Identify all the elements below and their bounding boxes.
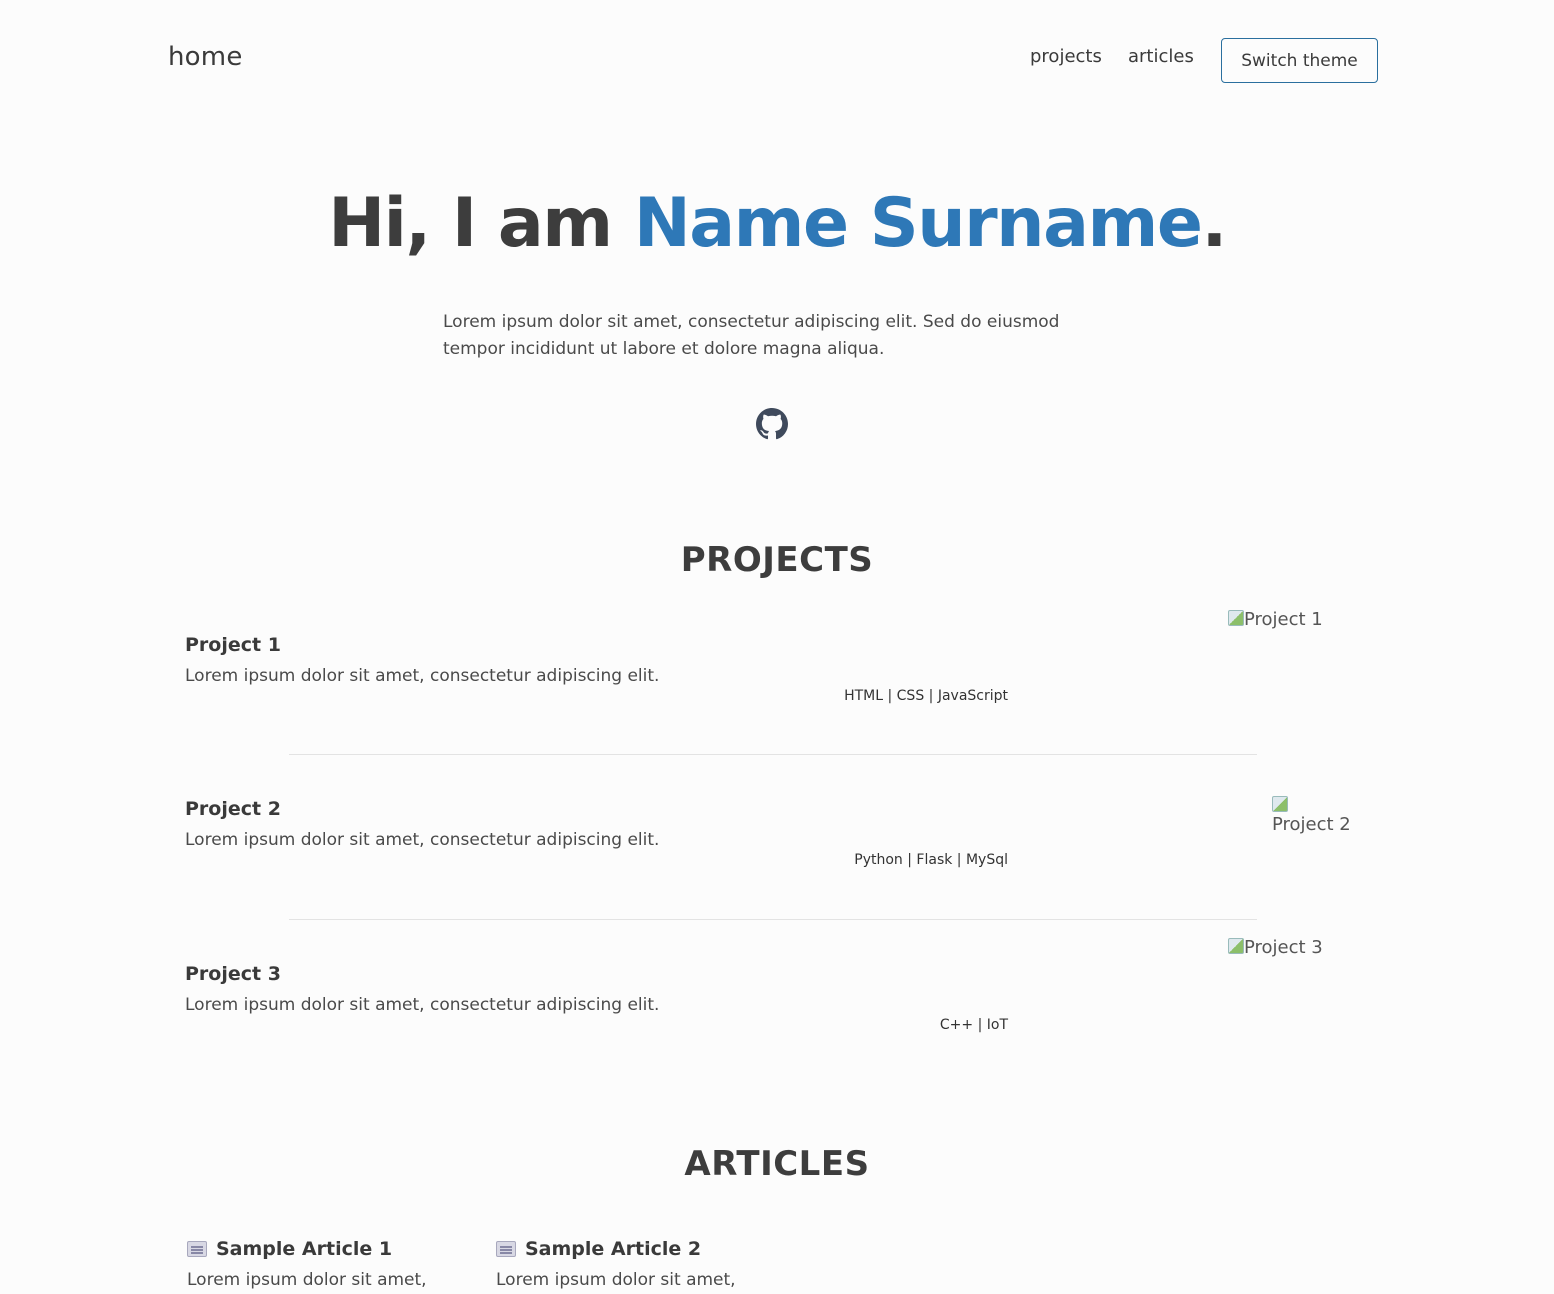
divider [289, 919, 1257, 920]
project-title: Project 1 [185, 634, 281, 656]
article-title[interactable]: Sample Article 1 [187, 1238, 447, 1260]
project-tags: Python | Flask | MySql [854, 852, 1008, 868]
nav-articles-link[interactable]: articles [1128, 46, 1194, 67]
project-description: Lorem ipsum dolor sit amet, consectetur … [185, 830, 660, 850]
article-item[interactable]: Sample Article 1 Lorem ipsum dolor sit a… [187, 1238, 447, 1290]
broken-image-icon [1272, 796, 1288, 812]
project-title: Project 3 [185, 963, 281, 985]
github-icon[interactable] [756, 408, 788, 440]
newspaper-icon [187, 1241, 207, 1257]
article-title[interactable]: Sample Article 2 [496, 1238, 756, 1260]
article-title-text: Sample Article 2 [525, 1238, 702, 1260]
project-image: Project 2 [1272, 793, 1362, 838]
github-icon-graphic [756, 408, 788, 440]
project-image-alt: Project 2 [1272, 814, 1351, 835]
hero-title: Hi, I am Name Surname. [0, 184, 1554, 263]
project-image: Project 3 [1228, 935, 1348, 961]
home-link[interactable]: home [168, 42, 243, 72]
hero-intro: Lorem ipsum dolor sit amet, consectetur … [443, 312, 1060, 359]
articles-heading: ARTICLES [684, 1144, 870, 1184]
project-description: Lorem ipsum dolor sit amet, consectetur … [185, 995, 660, 1015]
project-tags: C++ | IoT [939, 1017, 1008, 1033]
article-title-text: Sample Article 1 [216, 1238, 393, 1260]
article-item[interactable]: Sample Article 2 Lorem ipsum dolor sit a… [496, 1238, 756, 1290]
switch-theme-button[interactable]: Switch theme [1221, 38, 1378, 83]
project-description: Lorem ipsum dolor sit amet, consectetur … [185, 666, 660, 686]
hero-name: Name Surname [633, 184, 1203, 263]
hero-greeting: Hi, I am [328, 184, 634, 263]
project-title: Project 2 [185, 798, 281, 820]
broken-image-icon [1228, 938, 1244, 954]
project-image-alt: Project 3 [1244, 937, 1323, 958]
hero-period: . [1201, 184, 1227, 263]
page: home projects articles Switch theme Hi, … [0, 0, 1554, 1294]
newspaper-icon [496, 1241, 516, 1257]
project-image: Project 1 [1228, 607, 1348, 633]
broken-image-icon [1228, 610, 1244, 626]
divider [289, 754, 1257, 755]
projects-heading: PROJECTS [680, 540, 874, 580]
project-tags: HTML | CSS | JavaScript [844, 688, 1008, 704]
nav-projects-link[interactable]: projects [1030, 46, 1102, 67]
article-excerpt: Lorem ipsum dolor sit amet, [496, 1270, 736, 1290]
project-image-alt: Project 1 [1244, 609, 1323, 630]
article-excerpt: Lorem ipsum dolor sit amet, [187, 1270, 427, 1290]
